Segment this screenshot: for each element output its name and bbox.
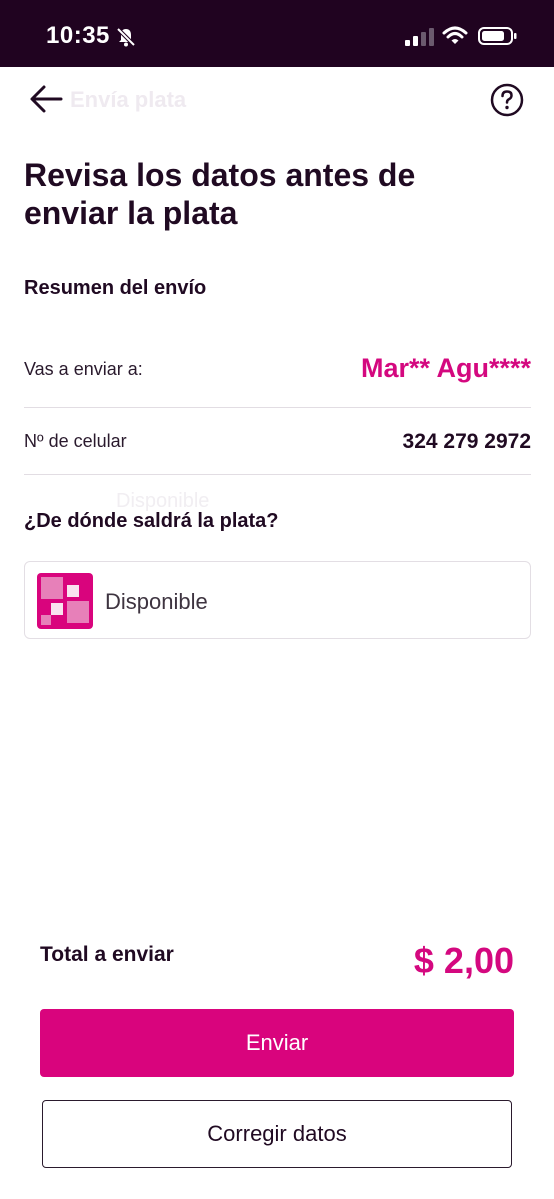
page-title: Revisa los datos antes de enviar la plat… <box>24 157 416 231</box>
total-label: Total a enviar <box>40 943 174 966</box>
help-icon[interactable] <box>490 83 524 117</box>
source-title: ¿De dónde saldrá la plata? <box>24 510 279 532</box>
ghost-header-title: Envía plata <box>70 87 187 112</box>
source-card-disponible[interactable]: Disponible <box>24 561 531 639</box>
status-time: 10:35 <box>46 22 110 49</box>
battery-icon <box>478 27 517 45</box>
send-button[interactable]: Enviar <box>40 1009 514 1077</box>
recipient-value: Mar** Agu**** <box>360 353 531 383</box>
status-bar: 10:35 <box>0 0 554 67</box>
wifi-icon <box>442 26 468 44</box>
phone-value: 324 279 2972 <box>402 430 531 453</box>
pocket-icon <box>37 573 93 629</box>
signal-icon <box>405 28 434 46</box>
correct-data-button[interactable]: Corregir datos <box>42 1100 512 1168</box>
phone-row: Nº de celular 324 279 2972 <box>24 408 531 476</box>
source-label: Disponible <box>105 589 208 614</box>
phone-label: Nº de celular <box>24 431 127 451</box>
divider <box>24 474 531 475</box>
bell-off-icon <box>116 27 136 47</box>
recipient-label: Vas a enviar a: <box>24 359 143 379</box>
recipient-row: Vas a enviar a: Mar** Agu**** <box>24 338 531 406</box>
app-header: Envía plata <box>0 67 554 133</box>
back-arrow-icon[interactable] <box>28 83 64 115</box>
total-amount: $ 2,00 <box>413 940 514 981</box>
summary-title: Resumen del envío <box>24 277 207 299</box>
